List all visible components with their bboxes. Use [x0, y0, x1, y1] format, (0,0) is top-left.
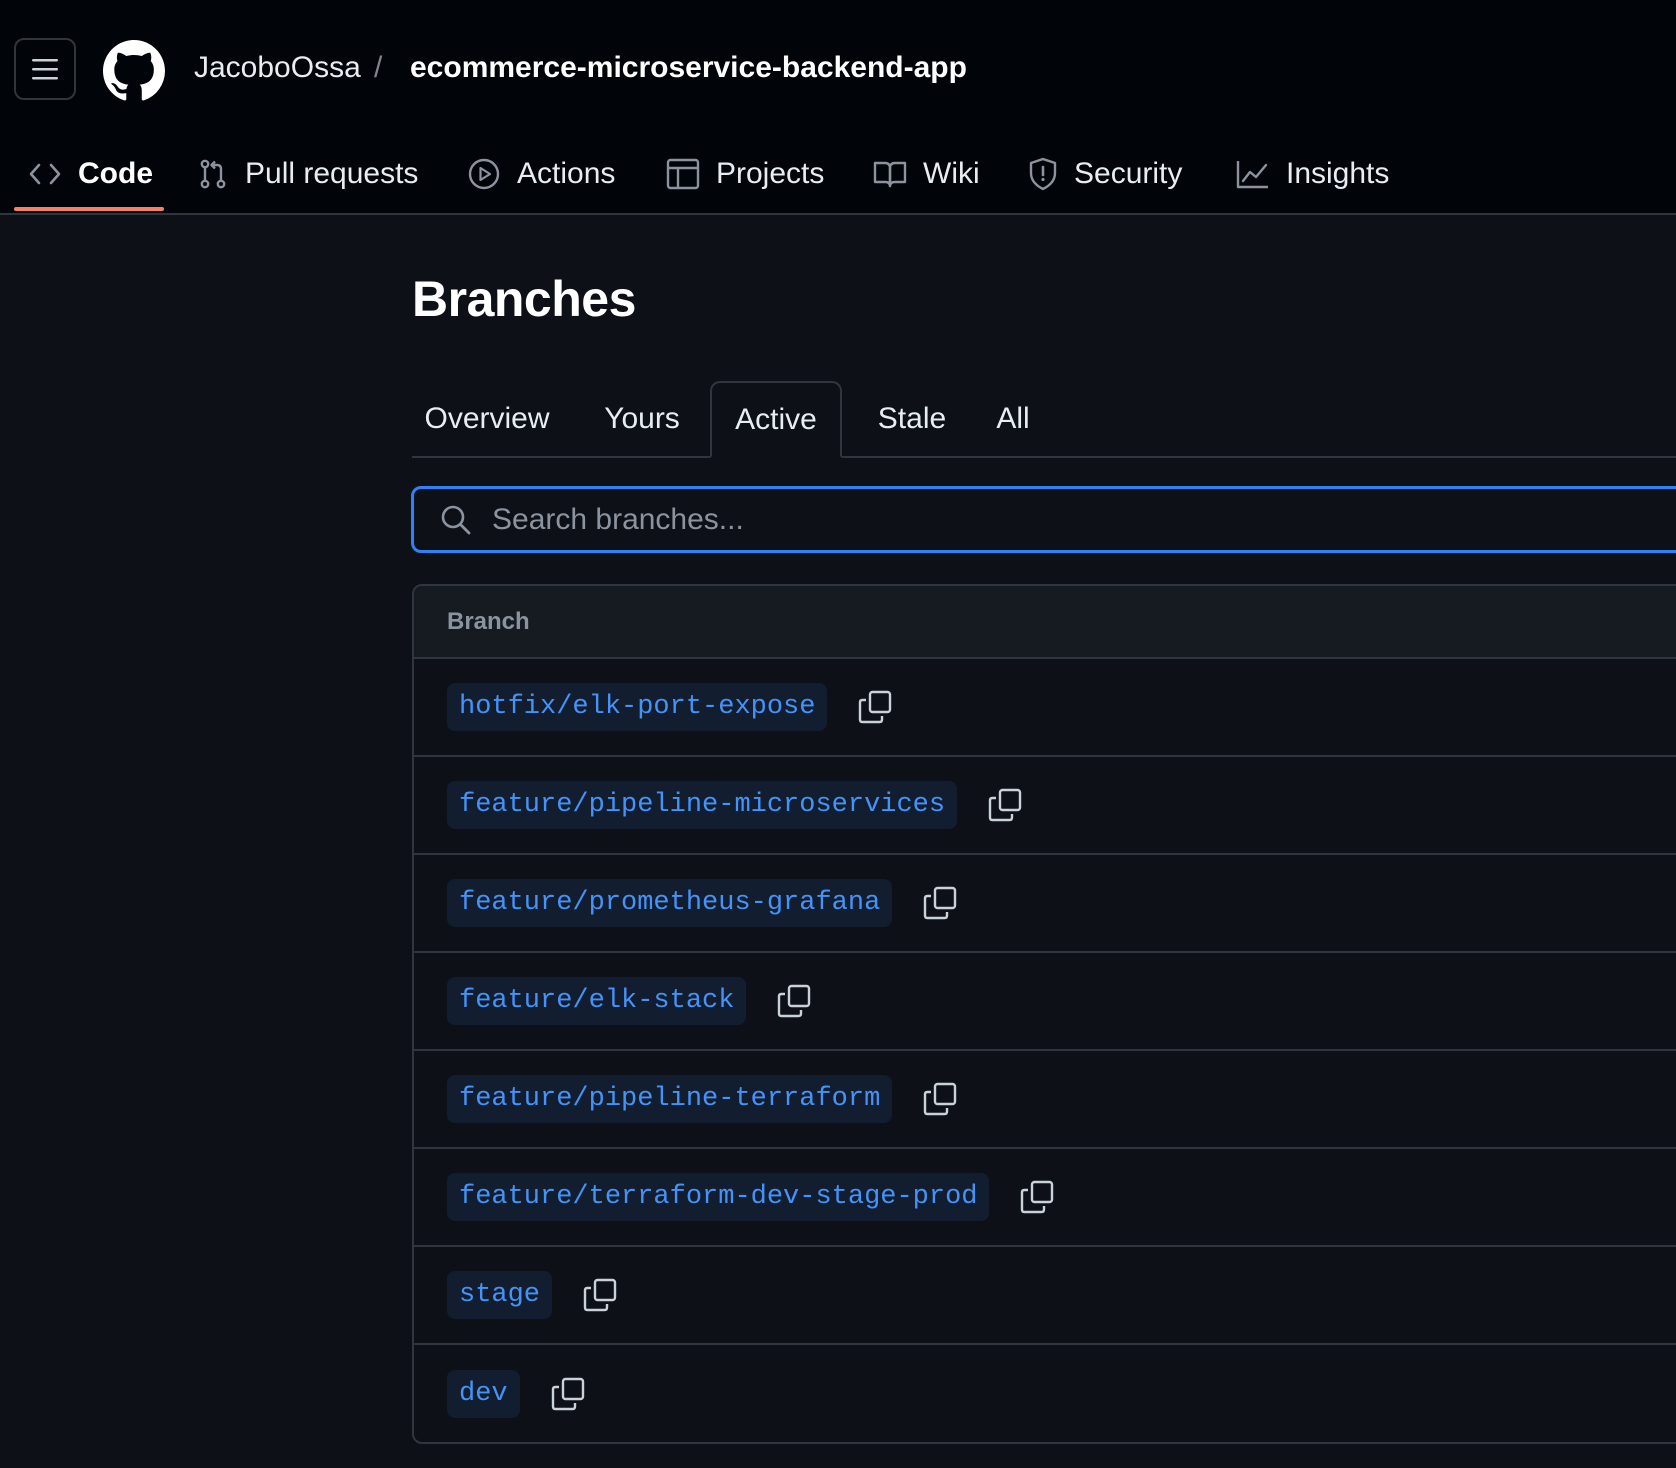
tab-active[interactable]: Active	[710, 381, 842, 458]
copy-icon	[859, 690, 892, 724]
branch-name-link[interactable]: hotfix/elk-port-expose	[447, 683, 828, 731]
breadcrumb-separator: /	[374, 51, 383, 84]
copy-icon	[1021, 1180, 1054, 1214]
nav-tab-insights[interactable]: Insights	[1236, 134, 1389, 213]
copy-icon	[924, 1082, 957, 1116]
tab-label: Overview	[424, 401, 550, 435]
menu-button[interactable]	[14, 38, 76, 100]
code-icon	[29, 163, 61, 184]
branch-name-link[interactable]: feature/terraform-dev-stage-prod	[447, 1173, 990, 1221]
tab-yours[interactable]: Yours	[582, 381, 702, 456]
tab-all[interactable]: All	[978, 381, 1048, 456]
copy-icon	[583, 1278, 617, 1312]
tab-overview[interactable]: Overview	[412, 381, 562, 456]
git-pull-request-icon	[200, 159, 226, 188]
copy-button[interactable]	[1019, 1179, 1055, 1215]
nav-tab-wiki[interactable]: Wiki	[873, 134, 980, 213]
search-icon	[441, 505, 471, 534]
shield-icon	[1029, 157, 1057, 190]
branch-name-link[interactable]: feature/prometheus-grafana	[447, 879, 893, 927]
repo-nav: Code Pull requests Actions Projects Wiki…	[0, 134, 1676, 213]
tab-label: All	[996, 401, 1030, 435]
nav-tab-projects[interactable]: Projects	[666, 134, 824, 213]
page-title: Branches	[412, 271, 636, 327]
nav-tab-label: Wiki	[923, 156, 980, 190]
book-icon	[873, 161, 907, 187]
play-icon	[468, 158, 500, 189]
graph-icon	[1236, 160, 1268, 188]
nav-tab-actions[interactable]: Actions	[467, 134, 615, 213]
github-logo-icon[interactable]	[103, 40, 165, 102]
repo-name-link[interactable]: ecommerce-microservice-backend-app	[410, 51, 967, 85]
tab-label: Active	[735, 402, 817, 436]
copy-button[interactable]	[987, 787, 1023, 823]
copy-button[interactable]	[582, 1277, 618, 1313]
branches-table: Branch hotfix/elk-port-expose feature/pi…	[412, 584, 1676, 1444]
nav-tab-label: Code	[78, 156, 153, 190]
branch-name-link[interactable]: feature/pipeline-terraform	[447, 1075, 893, 1123]
nav-tab-label: Actions	[517, 156, 616, 190]
nav-tab-label: Insights	[1286, 156, 1390, 190]
column-header-branch: Branch	[447, 607, 530, 635]
branch-name-link[interactable]: feature/pipeline-microservices	[447, 781, 958, 829]
nav-tab-label: Pull requests	[245, 156, 419, 190]
copy-button[interactable]	[550, 1376, 586, 1412]
branch-name-link[interactable]: dev	[447, 1370, 520, 1418]
branch-name-link[interactable]: stage	[447, 1271, 553, 1319]
selected-tab-underline	[14, 207, 164, 211]
table-row: dev	[414, 1345, 1676, 1442]
copy-button[interactable]	[857, 689, 893, 725]
table-row: feature/elk-stack	[414, 953, 1676, 1051]
table-header: Branch	[414, 586, 1676, 659]
table-row: feature/pipeline-terraform	[414, 1051, 1676, 1149]
copy-button[interactable]	[922, 1081, 958, 1117]
table-icon	[666, 158, 700, 189]
table-row: stage	[414, 1247, 1676, 1345]
top-bar: JacoboOssa / ecommerce-microservice-back…	[0, 0, 1676, 215]
table-row: feature/pipeline-microservices	[414, 757, 1676, 855]
branch-name-link[interactable]: feature/elk-stack	[447, 977, 747, 1025]
copy-icon	[924, 886, 957, 920]
nav-tab-label: Security	[1074, 156, 1183, 190]
branch-tabs: Overview Yours Active Stale All	[412, 381, 1676, 458]
copy-icon	[778, 984, 811, 1018]
table-row: feature/prometheus-grafana	[414, 855, 1676, 953]
search-input[interactable]	[490, 501, 1594, 538]
copy-icon	[551, 1377, 584, 1411]
nav-tab-label: Projects	[716, 156, 825, 190]
tab-label: Yours	[604, 401, 680, 435]
tab-label: Stale	[877, 401, 947, 435]
nav-tab-security[interactable]: Security	[1028, 134, 1182, 213]
tab-stale[interactable]: Stale	[852, 381, 972, 456]
table-row: feature/terraform-dev-stage-prod	[414, 1149, 1676, 1247]
copy-button[interactable]	[922, 885, 958, 921]
nav-tab-code[interactable]: Code	[28, 134, 153, 213]
table-row: hotfix/elk-port-expose	[414, 659, 1676, 757]
copy-button[interactable]	[776, 983, 812, 1019]
hamburger-icon	[32, 59, 58, 80]
search-box	[411, 486, 1676, 553]
nav-tab-pull-requests[interactable]: Pull requests	[197, 134, 418, 213]
repo-owner-link[interactable]: JacoboOssa	[194, 51, 361, 85]
copy-icon	[988, 788, 1022, 822]
